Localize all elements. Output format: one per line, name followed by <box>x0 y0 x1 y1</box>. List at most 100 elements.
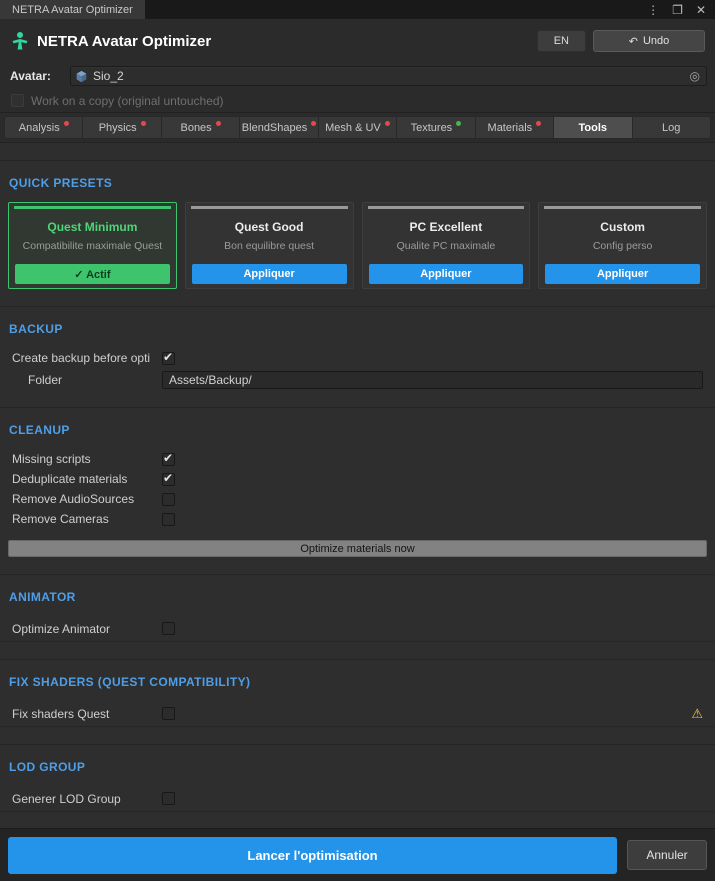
warning-icon: ⚠ <box>691 706 703 721</box>
window-tab-title: NETRA Avatar Optimizer <box>12 3 133 16</box>
optimize-materials-button[interactable]: Optimize materials now <box>8 540 707 557</box>
avatar-label: Avatar: <box>10 69 51 83</box>
launch-optimization-button[interactable]: Lancer l'optimisation <box>8 836 617 874</box>
tab-mesh-uv[interactable]: Mesh & UV <box>318 116 398 139</box>
section-animator: ANIMATOR Optimize Animator <box>0 574 715 642</box>
tab-log[interactable]: Log <box>632 116 711 139</box>
backup-title: BACKUP <box>9 322 63 336</box>
fix-shaders-title: FIX SHADERS (QUEST COMPATIBILITY) <box>9 675 251 689</box>
quick-presets-title: QUICK PRESETS <box>9 176 113 190</box>
preset-description: Config perso <box>592 240 653 252</box>
preset-apply-button[interactable]: Appliquer <box>191 264 347 284</box>
generate-lod-checkbox[interactable] <box>162 792 175 805</box>
deduplicate-materials-label: Deduplicate materials <box>12 472 128 486</box>
create-backup-label: Create backup before opti <box>12 351 151 365</box>
status-dot-red <box>215 121 221 126</box>
prefab-cube-icon <box>76 70 87 82</box>
undo-button[interactable]: ↶ Undo <box>593 30 705 52</box>
fix-shaders-label: Fix shaders Quest <box>12 706 110 721</box>
preset-active-button[interactable]: ✓ Actif <box>15 264 170 284</box>
tab-label: Materials <box>487 121 533 134</box>
avatar-name: Sio_2 <box>93 69 124 83</box>
generate-lod-label: Generer LOD Group <box>12 791 121 806</box>
status-dot-red <box>140 121 146 126</box>
status-dot-red <box>311 121 317 126</box>
status-dot-red <box>63 121 69 126</box>
folder-input[interactable] <box>162 371 703 389</box>
deduplicate-materials-checkbox[interactable] <box>162 471 175 486</box>
preset-apply-button[interactable]: Appliquer <box>368 264 524 284</box>
tab-label: Physics <box>98 121 137 134</box>
preset-name: Custom <box>600 220 645 234</box>
optimize-animator-row: Optimize Animator <box>0 616 715 642</box>
tab-label: Mesh & UV <box>325 121 381 134</box>
tab-label: Log <box>662 121 681 134</box>
maximize-icon[interactable]: ❐ <box>672 4 683 16</box>
window-controls: ⋮ ❐ ✕ <box>647 0 715 19</box>
fix-shaders-checkbox[interactable] <box>162 707 175 720</box>
undo-icon: ↶ <box>628 35 638 48</box>
tools-panel: QUICK PRESETS Quest Minimum Compatibilit… <box>0 143 715 828</box>
cancel-button[interactable]: Annuler <box>627 840 707 870</box>
tab-label: BlendShapes <box>241 121 308 134</box>
preset-name: Quest Minimum <box>47 220 138 234</box>
missing-scripts-checkbox[interactable] <box>162 451 175 466</box>
tab-bones[interactable]: Bones <box>161 116 241 139</box>
remove-cameras-checkbox[interactable] <box>162 512 175 526</box>
status-dot-red <box>536 121 542 126</box>
section-cleanup: CLEANUP Missing scripts Deduplicate mate… <box>0 407 715 557</box>
cleanup-row-remove-cameras: Remove Cameras <box>0 509 715 529</box>
tab-analysis[interactable]: Analysis <box>4 116 84 139</box>
avatar-row: Avatar: Sio_2 ◎ <box>0 63 715 89</box>
backup-folder-row: Folder <box>0 370 715 390</box>
avatar-object-field[interactable]: Sio_2 ◎ <box>70 66 707 86</box>
preset-cards: Quest Minimum Compatibilite maximale Que… <box>0 202 715 289</box>
tab-label: Bones <box>180 121 212 134</box>
tab-label: Analysis <box>18 121 60 134</box>
preset-description: Compatibilite maximale Quest <box>22 240 163 252</box>
optimize-animator-checkbox[interactable] <box>162 622 175 635</box>
preset-apply-button[interactable]: Appliquer <box>545 264 700 284</box>
tab-label: Tools <box>578 121 608 134</box>
section-quick-presets: QUICK PRESETS Quest Minimum Compatibilit… <box>0 160 715 289</box>
object-picker-icon[interactable]: ◎ <box>690 69 702 83</box>
netra-window: NETRA Avatar Optimizer ⋮ ❐ ✕ NETRA Avata… <box>0 0 715 881</box>
tab-blendshapes[interactable]: BlendShapes <box>240 116 319 139</box>
missing-scripts-label: Missing scripts <box>12 452 91 466</box>
tab-physics[interactable]: Physics <box>83 116 162 139</box>
menu-icon[interactable]: ⋮ <box>647 4 659 16</box>
status-dot-green <box>456 121 462 126</box>
fix-shaders-row: Fix shaders Quest ⚠ <box>0 701 715 727</box>
folder-label: Folder <box>28 373 63 387</box>
preset-name: Quest Good <box>234 220 304 234</box>
section-fix-shaders: FIX SHADERS (QUEST COMPATIBILITY) Fix sh… <box>0 659 715 727</box>
work-on-copy-checkbox[interactable] <box>11 94 24 107</box>
remove-cameras-label: Remove Cameras <box>12 512 109 526</box>
tab-bar: Analysis Physics Bones BlendShapes Mesh … <box>0 113 715 143</box>
section-backup: BACKUP Create backup before opti Folder <box>0 306 715 390</box>
preset-card-pc-excellent: PC Excellent Qualite PC maximale Appliqu… <box>361 202 531 289</box>
preset-card-quest-minimum: Quest Minimum Compatibilite maximale Que… <box>8 202 177 289</box>
tab-textures[interactable]: Textures <box>397 116 476 139</box>
cleanup-title: CLEANUP <box>9 423 70 437</box>
close-icon[interactable]: ✕ <box>696 4 706 16</box>
remove-audiosources-checkbox[interactable] <box>162 492 175 506</box>
animator-title: ANIMATOR <box>9 590 76 604</box>
app-header: NETRA Avatar Optimizer EN ↶ Undo <box>0 19 715 63</box>
work-on-copy-row: Work on a copy (original untouched) <box>0 89 715 113</box>
lod-group-title: LOD GROUP <box>9 760 86 774</box>
tab-materials[interactable]: Materials <box>475 116 555 139</box>
preset-card-custom: Custom Config perso Appliquer <box>538 202 707 289</box>
language-button[interactable]: EN <box>536 30 586 52</box>
optimize-animator-label: Optimize Animator <box>12 621 111 636</box>
cleanup-row-deduplicate-materials: Deduplicate materials <box>0 469 715 489</box>
tab-tools[interactable]: Tools <box>554 116 633 139</box>
remove-audiosources-label: Remove AudioSources <box>12 492 135 506</box>
create-backup-checkbox[interactable] <box>162 350 175 365</box>
create-backup-row: Create backup before opti <box>0 348 715 368</box>
os-titlebar: NETRA Avatar Optimizer ⋮ ❐ ✕ <box>0 0 715 19</box>
netra-logo-icon <box>12 32 28 50</box>
preset-description: Bon equilibre quest <box>224 240 315 252</box>
window-tab[interactable]: NETRA Avatar Optimizer <box>0 0 145 19</box>
status-dot-red <box>384 121 390 126</box>
